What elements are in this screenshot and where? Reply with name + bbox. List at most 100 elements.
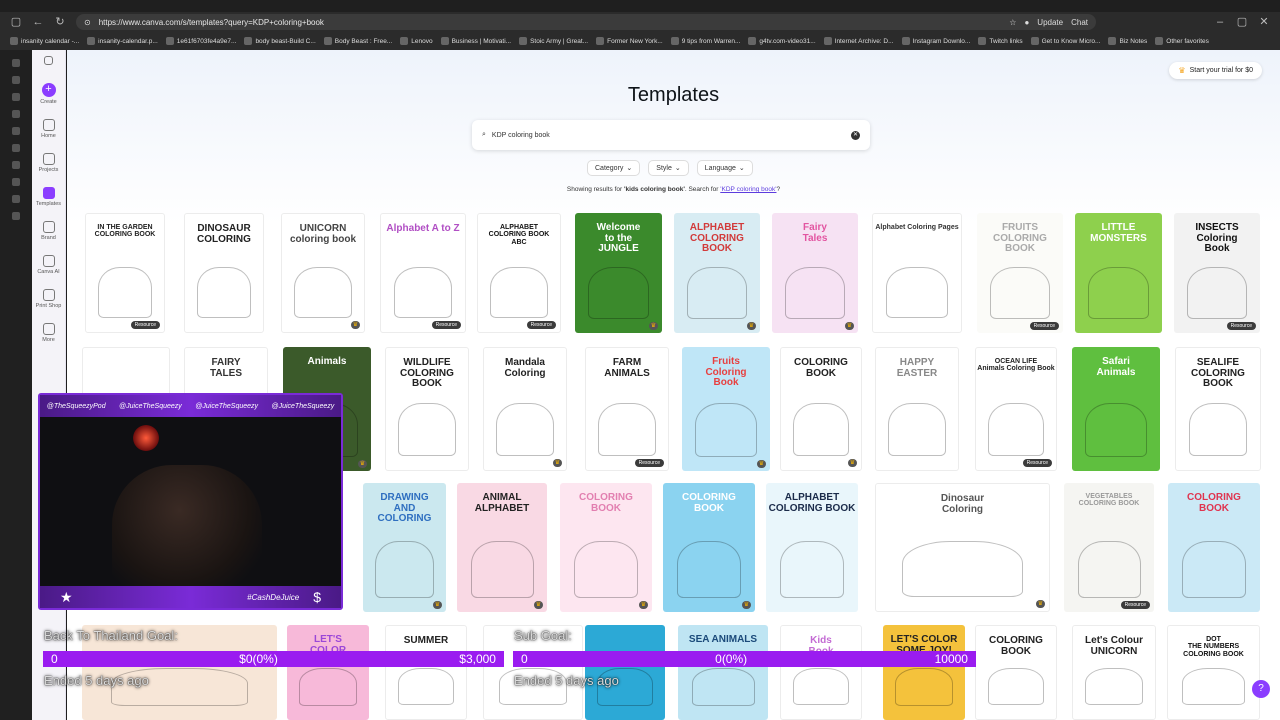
update-button[interactable]: Update: [1037, 18, 1063, 27]
bookmark-item[interactable]: body beast-Build C...: [244, 37, 316, 45]
template-card[interactable]: DRAWING AND COLORING ♛: [363, 483, 446, 612]
canva-sidebar: + Create Home Projects Templates Brand Canva A…: [32, 50, 66, 720]
template-card[interactable]: COLORING BOOK ♛: [780, 347, 862, 471]
template-card[interactable]: INSECTS Coloring Book Resource: [1174, 213, 1260, 333]
sidebar-item-brand[interactable]: Brand: [32, 221, 65, 241]
template-card[interactable]: COLORING BOOK: [1168, 483, 1260, 612]
template-card[interactable]: Kids Book: [780, 625, 862, 720]
template-card[interactable]: Alphabet Coloring Pages: [872, 213, 962, 333]
sidebar-item-print-shop[interactable]: Print Shop: [32, 289, 65, 309]
template-card[interactable]: COLORING BOOK: [975, 625, 1057, 720]
bookmark-item[interactable]: insanity-calendar.p...: [87, 37, 158, 45]
template-card[interactable]: VEGETABLES COLORING BOOK Resource: [1064, 483, 1154, 612]
filter-category[interactable]: Category ⌄: [587, 160, 641, 176]
close-icon[interactable]: ✕: [1258, 16, 1270, 28]
template-card[interactable]: SUMMER: [385, 625, 467, 720]
chat-button[interactable]: Chat: [1071, 18, 1088, 27]
template-card[interactable]: UNICORN coloring book ♛: [281, 213, 365, 333]
maximize-icon[interactable]: ▢: [1236, 16, 1248, 28]
template-card[interactable]: DINOSAUR COLORING: [184, 213, 264, 333]
bookmark-item[interactable]: Former New York...: [596, 37, 663, 45]
star-icon[interactable]: ☆: [1009, 18, 1016, 27]
stream-handle: @JuiceTheSqueezy: [271, 402, 335, 410]
sidebar-app-icon[interactable]: [12, 76, 20, 84]
sidebar-item-more[interactable]: More: [32, 323, 65, 343]
template-card[interactable]: Fairy Tales ♛: [772, 213, 858, 333]
profile-icon[interactable]: ●: [1024, 18, 1029, 27]
template-card[interactable]: ALPHABET COLORING BOOK ABC Resource: [477, 213, 561, 333]
template-card[interactable]: Dinosaur Coloring ♛: [875, 483, 1050, 612]
template-card[interactable]: COLORING BOOK ♛: [663, 483, 755, 612]
template-card[interactable]: LITTLE MONSTERS: [1075, 213, 1162, 333]
address-bar[interactable]: ⊙ https://www.canva.com/s/templates?quer…: [76, 14, 1096, 30]
filter-label: Style: [656, 164, 672, 172]
sidebar-app-icon[interactable]: [12, 178, 20, 186]
template-card[interactable]: LET'S COLOR SOME JOY!: [883, 625, 965, 720]
minimize-icon[interactable]: –: [1214, 16, 1226, 28]
template-card[interactable]: ALPHABET COLORING BOOK: [766, 483, 858, 612]
template-card[interactable]: Let's Colour UNICORN: [1072, 625, 1156, 720]
template-card[interactable]: DOT THE NUMBERS COLORING BOOK: [1167, 625, 1260, 720]
sidebar-app-icon[interactable]: [12, 161, 20, 169]
search-input[interactable]: ⌕ KDP coloring book ✕: [472, 120, 870, 150]
template-card[interactable]: Safari Animals: [1072, 347, 1160, 471]
sidebar-app-icon[interactable]: [12, 127, 20, 135]
back-icon[interactable]: ←: [32, 16, 44, 28]
template-card[interactable]: HAPPY EASTER: [875, 347, 959, 471]
start-trial-button[interactable]: ♛ Start your trial for $0: [1169, 62, 1262, 79]
clear-search-icon[interactable]: ✕: [851, 130, 860, 140]
help-button[interactable]: ?: [1252, 680, 1270, 698]
sidebar-item-canva-ai[interactable]: Canva AI: [32, 255, 65, 275]
premium-crown-icon: ♛: [351, 321, 360, 329]
filter-language[interactable]: Language ⌄: [696, 160, 753, 176]
bookmark-item[interactable]: insanity calendar -...: [10, 37, 79, 45]
template-title: WILDLIFE COLORING BOOK: [400, 357, 454, 389]
sidebar-app-icon[interactable]: [12, 110, 20, 118]
template-card[interactable]: Alphabet A to Z Resource: [380, 213, 466, 333]
sidebar-app-icon[interactable]: [12, 144, 20, 152]
template-card[interactable]: IN THE GARDEN COLORING BOOK Resource: [85, 213, 165, 333]
template-card[interactable]: FRUITS COLORING BOOK Resource: [977, 213, 1063, 333]
sidebar-item-create[interactable]: + Create: [32, 83, 65, 105]
premium-crown-icon: ♛: [639, 601, 648, 609]
sidebar-app-icon[interactable]: [12, 93, 20, 101]
bookmark-item[interactable]: Biz Notes: [1108, 37, 1147, 45]
reload-icon[interactable]: ↻: [54, 16, 66, 28]
sidebar-app-icon[interactable]: [12, 195, 20, 203]
template-card[interactable]: OCEAN LIFE Animals Coloring Book Resource: [975, 347, 1057, 471]
template-card[interactable]: ANIMAL ALPHABET ♛: [457, 483, 547, 612]
template-card[interactable]: Fruits Coloring Book ♛: [682, 347, 770, 471]
bookmark-item[interactable]: Instagram Downlo...: [901, 37, 970, 45]
bookmark-item[interactable]: Stoic Army | Great...: [519, 37, 588, 45]
bookmark-item[interactable]: Lenovo: [400, 37, 433, 45]
bookmark-item[interactable]: Body Beast : Free...: [323, 37, 392, 45]
bookmark-item[interactable]: Internet Archive: D...: [823, 37, 894, 45]
tab-actions-icon[interactable]: ▢: [10, 16, 22, 28]
template-card[interactable]: FARM ANIMALS Resource: [585, 347, 669, 471]
bookmark-item[interactable]: 9 tips from Warren...: [670, 37, 740, 45]
sidebar-app-icon[interactable]: [12, 212, 20, 220]
bookmark-item[interactable]: Twitch links: [978, 37, 1023, 45]
site-info-icon[interactable]: ⊙: [84, 18, 91, 27]
bookmark-item[interactable]: Other favorites: [1155, 37, 1209, 45]
sidebar-app-icon[interactable]: [12, 59, 20, 67]
template-card[interactable]: Welcome to the JUNGLE ♛: [575, 213, 662, 333]
filter-style[interactable]: Style ⌄: [648, 160, 689, 176]
template-card[interactable]: Mandala Coloring ♛: [483, 347, 567, 471]
template-card[interactable]: COLORING BOOK ♛: [560, 483, 652, 612]
bookmark-item[interactable]: g4tv.com-video31...: [748, 37, 816, 45]
sidebar-item-projects[interactable]: Projects: [32, 153, 65, 173]
bookmark-item[interactable]: Get to Know Micro...: [1030, 37, 1100, 45]
search-alternate-link[interactable]: 'KDP coloring book': [720, 186, 776, 193]
template-card[interactable]: SEA ANIMALS: [678, 625, 768, 720]
sidebar-toggle-icon[interactable]: [32, 56, 65, 65]
bookmark-item[interactable]: Business | Motivati...: [440, 37, 511, 45]
template-card[interactable]: WILDLIFE COLORING BOOK: [385, 347, 469, 471]
bookmark-item[interactable]: 1e61f6703fe4a9e7...: [165, 37, 236, 45]
template-card[interactable]: SEALIFE COLORING BOOK: [1175, 347, 1261, 471]
template-card[interactable]: ALPHABET COLORING BOOK ♛: [674, 213, 760, 333]
sidebar-item-templates[interactable]: Templates: [32, 187, 65, 207]
sidebar-item-home[interactable]: Home: [32, 119, 65, 139]
star-icon: ★: [60, 588, 73, 605]
template-card[interactable]: LET'S COLOR: [287, 625, 369, 720]
